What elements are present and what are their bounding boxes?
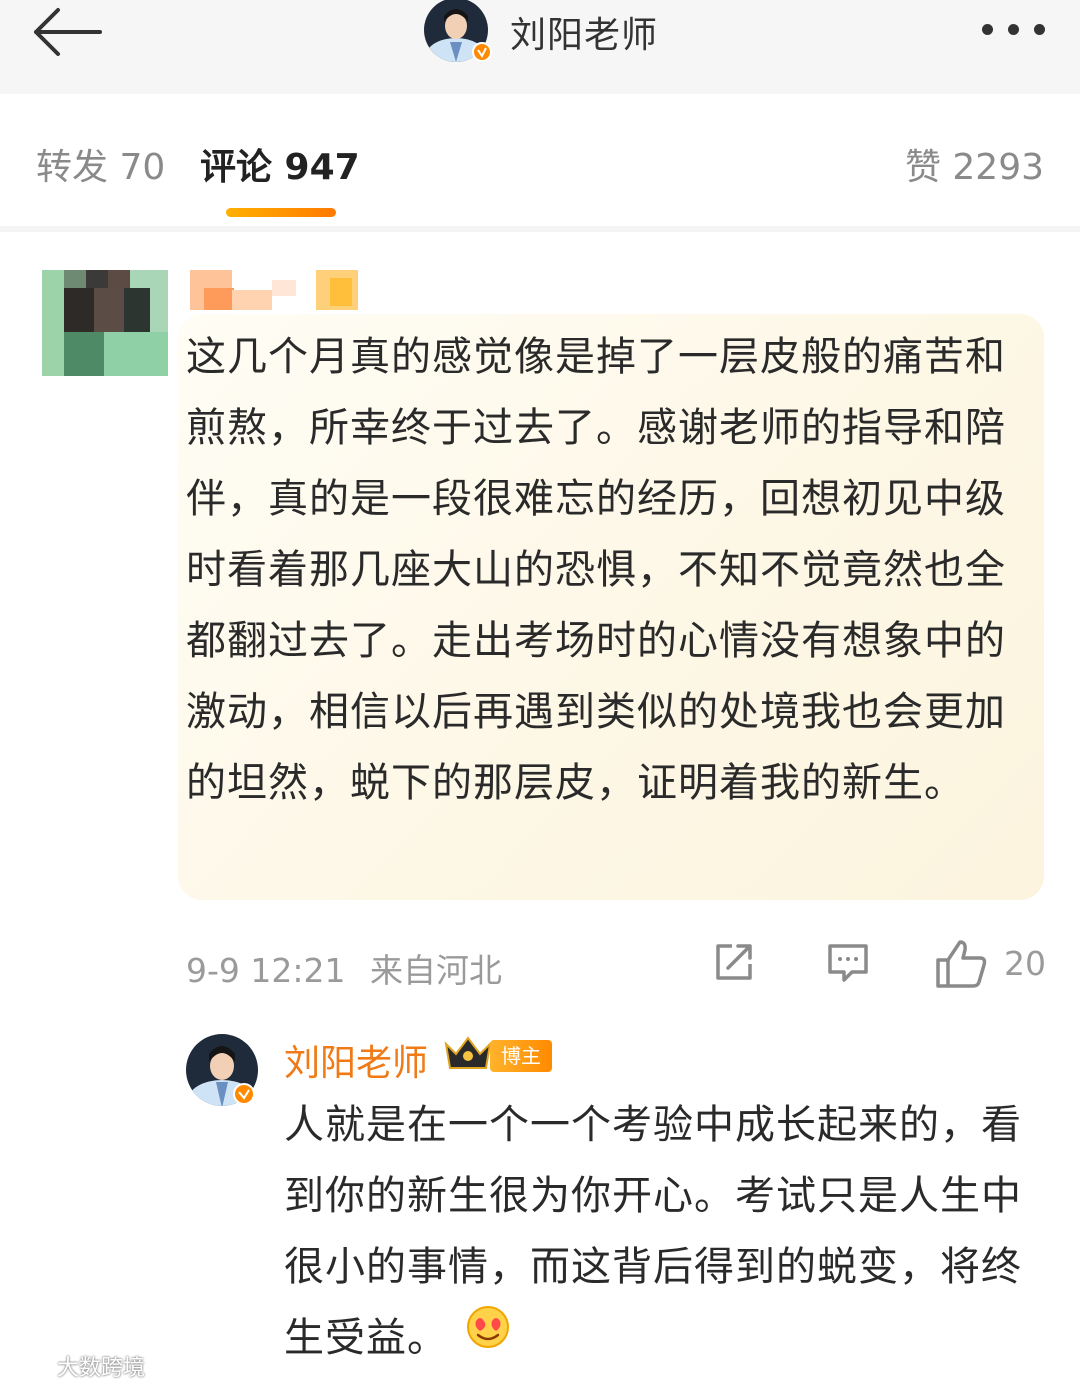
top-bar: 刘阳老师 xyxy=(0,0,1080,95)
commenter-avatar[interactable] xyxy=(42,270,168,376)
heart-smile-emoji xyxy=(466,1301,510,1372)
watermark-logo-icon xyxy=(6,1357,49,1379)
comment-text: 这几个月真的感觉像是掉了一层皮般的痛苦和煎熬，所幸终于过去了。感谢老师的指导和陪… xyxy=(186,334,1006,806)
tab-like[interactable]: 赞 2293 xyxy=(905,138,1044,190)
watermark-text: 大数跨境 xyxy=(57,1356,146,1381)
active-tab-indicator xyxy=(226,208,336,217)
more-button[interactable] xyxy=(970,10,1060,50)
page-title: 刘阳老师 xyxy=(510,15,659,56)
reply-avatar[interactable] xyxy=(186,1034,260,1108)
comment-location: 来自河北 xyxy=(370,951,502,990)
reply-author-name[interactable]: 刘阳老师 xyxy=(284,1034,428,1086)
more-dots-icon xyxy=(982,24,993,35)
comment-icon xyxy=(828,944,868,982)
arrow-left-icon xyxy=(34,8,102,56)
comment-time: 9-9 12:21 xyxy=(186,951,346,990)
like-button[interactable]: 20 xyxy=(934,938,1054,994)
reply-text: 人就是在一个一个考验中成长起来的，看到你的新生很为你开心。考试只是人生中很小的事… xyxy=(284,1090,1024,1376)
commenter-name-blurred[interactable] xyxy=(190,270,360,314)
comment-button[interactable] xyxy=(824,938,872,990)
back-button[interactable] xyxy=(24,0,114,60)
share-button[interactable] xyxy=(710,938,758,990)
header-avatar[interactable] xyxy=(422,0,492,62)
like-count: 20 xyxy=(1004,944,1046,983)
owner-badge: 博主 xyxy=(490,1040,552,1072)
thumbs-up-icon xyxy=(936,940,987,988)
tab-comment[interactable]: 评论 947 xyxy=(200,138,360,190)
share-icon xyxy=(716,944,752,980)
tab-repost[interactable]: 转发 70 xyxy=(36,138,165,190)
tab-bar: 转发 70 评论 947 赞 2293 xyxy=(0,94,1080,232)
crown-icon xyxy=(442,1034,494,1078)
watermark: 大数跨境 xyxy=(6,1350,145,1382)
comment-meta: 9-9 12:21 来自河北 xyxy=(186,944,502,992)
